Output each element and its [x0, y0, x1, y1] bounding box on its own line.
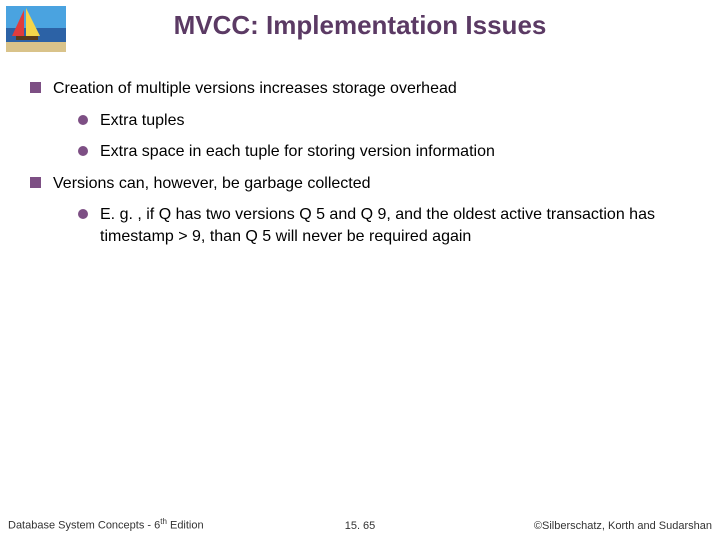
slide: MVCC: Implementation Issues Creation of … — [0, 0, 720, 540]
bullet-level2: Extra space in each tuple for storing ve… — [78, 141, 692, 163]
circle-bullet-icon — [78, 146, 88, 156]
bullet-level2: E. g. , if Q has two versions Q 5 and Q … — [78, 204, 692, 247]
bullet-text: Extra tuples — [100, 110, 692, 132]
footer-right: ©Silberschatz, Korth and Sudarshan — [534, 520, 712, 532]
bullet-text: Extra space in each tuple for storing ve… — [100, 141, 692, 163]
bullet-text: E. g. , if Q has two versions Q 5 and Q … — [100, 204, 692, 247]
circle-bullet-icon — [78, 115, 88, 125]
slide-title: MVCC: Implementation Issues — [0, 10, 720, 41]
square-bullet-icon — [30, 82, 41, 93]
slide-content: Creation of multiple versions increases … — [30, 78, 692, 258]
bullet-level1: Creation of multiple versions increases … — [30, 78, 692, 100]
bullet-level2: Extra tuples — [78, 110, 692, 132]
circle-bullet-icon — [78, 209, 88, 219]
bullet-text: Creation of multiple versions increases … — [53, 78, 692, 100]
bullet-level1: Versions can, however, be garbage collec… — [30, 173, 692, 195]
square-bullet-icon — [30, 177, 41, 188]
bullet-text: Versions can, however, be garbage collec… — [53, 173, 692, 195]
footer: Database System Concepts - 6th Edition 1… — [0, 516, 720, 532]
